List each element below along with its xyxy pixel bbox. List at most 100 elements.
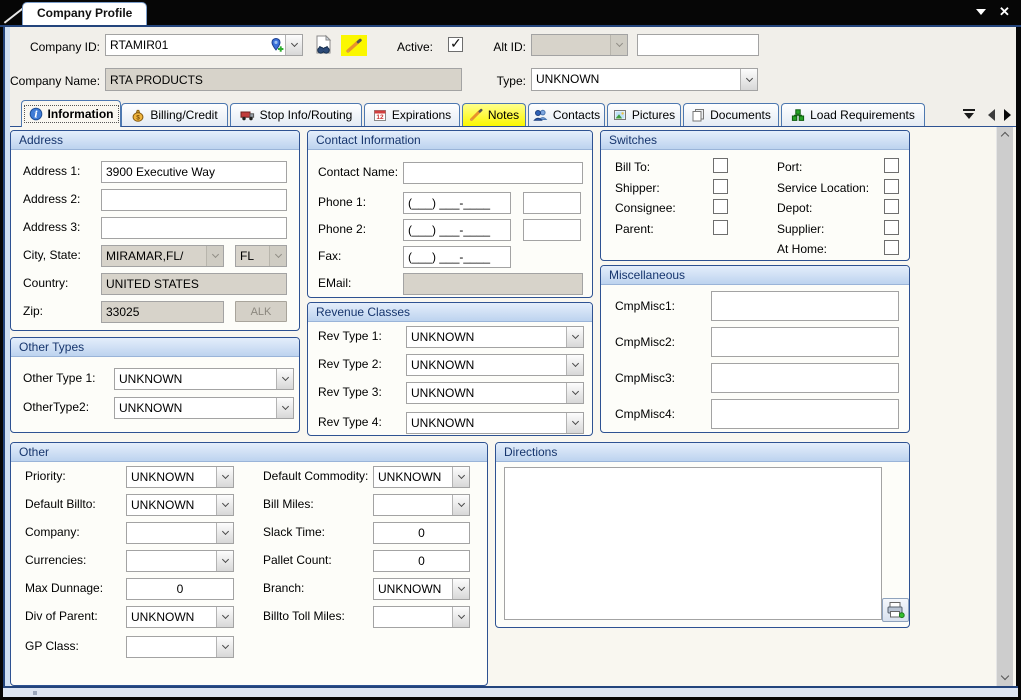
cmpmisc1-input[interactable]	[711, 291, 899, 321]
bill-to-checkbox[interactable]	[713, 158, 728, 173]
close-icon[interactable]: ✕	[999, 4, 1010, 20]
tab-scroll-right-icon[interactable]	[1004, 109, 1011, 121]
fax-input[interactable]	[403, 246, 511, 268]
phone2-input[interactable]	[403, 219, 511, 241]
tab-information[interactable]: i Information	[21, 100, 121, 127]
billto-toll-miles-combobox[interactable]	[373, 606, 470, 628]
chevron-down-icon[interactable]	[566, 383, 583, 403]
address1-input[interactable]	[101, 161, 287, 183]
alt-id-input[interactable]	[637, 34, 759, 56]
active-checkbox[interactable]	[448, 37, 463, 52]
company-name-field	[105, 68, 462, 91]
company-combobox[interactable]	[126, 522, 234, 544]
tab-label: Stop Info/Routing	[260, 108, 353, 122]
misc-section-header: Miscellaneous	[601, 266, 909, 285]
default-commodity-combobox[interactable]: UNKNOWN	[373, 466, 470, 488]
default-billto-combobox[interactable]: UNKNOWN	[126, 494, 234, 516]
tab-load-requirements[interactable]: Load Requirements	[781, 103, 925, 126]
tab-list-menu-icon[interactable]	[963, 109, 975, 119]
pallet-count-input[interactable]	[373, 550, 470, 572]
tab-notes[interactable]: Notes	[462, 103, 526, 126]
chevron-down-icon[interactable]	[216, 467, 233, 487]
service-location-checkbox[interactable]	[884, 179, 899, 194]
chevron-down-icon[interactable]	[566, 413, 583, 433]
rev-type2-combobox[interactable]: UNKNOWN	[406, 354, 584, 376]
supplier-checkbox[interactable]	[884, 220, 899, 235]
chevron-down-icon[interactable]	[276, 369, 293, 389]
branch-combobox[interactable]: UNKNOWN	[373, 578, 470, 600]
alk-button[interactable]: ALK	[235, 301, 287, 322]
contact-name-input[interactable]	[403, 162, 583, 184]
address3-input[interactable]	[101, 217, 287, 239]
cmpmisc4-input[interactable]	[711, 399, 899, 429]
address3-label: Address 3:	[23, 220, 80, 234]
bill-miles-combobox[interactable]	[373, 494, 470, 516]
tab-pictures[interactable]: Pictures	[607, 103, 681, 126]
cmpmisc3-input[interactable]	[711, 363, 899, 393]
phone1-input[interactable]	[403, 192, 511, 214]
chevron-down-icon[interactable]	[216, 607, 233, 627]
tab-scroll-left-icon[interactable]	[988, 109, 995, 121]
max-dunnage-input[interactable]	[126, 578, 234, 600]
chevron-down-icon[interactable]	[216, 637, 233, 657]
city-value: MIRAMAR,FL/	[102, 246, 206, 266]
address2-input[interactable]	[101, 189, 287, 211]
other-type2-combobox[interactable]: UNKNOWN	[114, 397, 294, 419]
div-of-parent-combobox[interactable]: UNKNOWN	[126, 606, 234, 628]
at-home-checkbox[interactable]	[884, 240, 899, 255]
scroll-up-icon[interactable]	[997, 127, 1014, 144]
chevron-down-icon[interactable]	[452, 579, 469, 599]
other-section: Other Priority: UNKNOWN Default Billto: …	[10, 442, 488, 686]
billto-toll-miles-value	[374, 607, 452, 627]
directions-textarea[interactable]	[504, 467, 882, 620]
chevron-down-icon[interactable]	[452, 467, 469, 487]
chevron-down-icon[interactable]	[740, 69, 757, 90]
company-id-combobox[interactable]: RTAMIR01	[105, 34, 303, 56]
gp-class-combobox[interactable]	[126, 636, 234, 658]
tab-expirations[interactable]: 12 Expirations	[364, 103, 460, 126]
chevron-down-icon[interactable]	[216, 495, 233, 515]
depot-label: Depot:	[777, 201, 812, 215]
rev-type1-combobox[interactable]: UNKNOWN	[406, 326, 584, 348]
other-types-section-header: Other Types	[11, 338, 299, 357]
map-pin-icon[interactable]	[267, 35, 285, 55]
type-value: UNKNOWN	[532, 69, 740, 90]
currencies-combobox[interactable]	[126, 550, 234, 572]
shipper-checkbox[interactable]	[713, 179, 728, 194]
cmpmisc2-input[interactable]	[711, 327, 899, 357]
chevron-down-icon[interactable]	[216, 523, 233, 543]
zip-label: Zip:	[23, 304, 43, 318]
port-checkbox[interactable]	[884, 158, 899, 173]
tab-contacts[interactable]: Contacts	[528, 103, 605, 126]
phone1-ext-input[interactable]	[523, 192, 581, 214]
slack-time-input[interactable]	[373, 522, 470, 544]
window-menu-icon[interactable]	[976, 9, 986, 15]
edit-pencil-icon[interactable]	[341, 35, 367, 56]
chevron-down-icon[interactable]	[566, 327, 583, 347]
chevron-down-icon[interactable]	[276, 398, 293, 418]
parent-checkbox[interactable]	[713, 220, 728, 235]
scroll-down-icon[interactable]	[997, 669, 1014, 686]
type-label: Type:	[483, 74, 526, 88]
rev-type3-combobox[interactable]: UNKNOWN	[406, 382, 584, 404]
type-combobox[interactable]: UNKNOWN	[531, 68, 758, 91]
vertical-scrollbar[interactable]	[996, 127, 1013, 686]
other-type1-combobox[interactable]: UNKNOWN	[114, 368, 294, 390]
consignee-checkbox[interactable]	[713, 199, 728, 214]
lookup-document-icon[interactable]	[309, 32, 337, 59]
chevron-down-icon[interactable]	[452, 607, 469, 627]
priority-combobox[interactable]: UNKNOWN	[126, 466, 234, 488]
chevron-down-icon[interactable]	[216, 551, 233, 571]
tab-documents[interactable]: Documents	[683, 103, 779, 126]
print-button[interactable]	[882, 598, 909, 622]
pallet-count-label: Pallet Count:	[263, 553, 332, 567]
chevron-down-icon[interactable]	[285, 35, 302, 55]
chevron-down-icon[interactable]	[452, 495, 469, 515]
tab-stop-info-routing[interactable]: Stop Info/Routing	[230, 103, 362, 126]
rev-type4-combobox[interactable]: UNKNOWN	[406, 412, 584, 434]
depot-checkbox[interactable]	[884, 199, 899, 214]
chevron-down-icon[interactable]	[566, 355, 583, 375]
tab-billing-credit[interactable]: $ Billing/Credit	[121, 103, 228, 126]
phone2-ext-input[interactable]	[523, 219, 581, 241]
window-tab-company-profile[interactable]: Company Profile	[22, 2, 147, 25]
